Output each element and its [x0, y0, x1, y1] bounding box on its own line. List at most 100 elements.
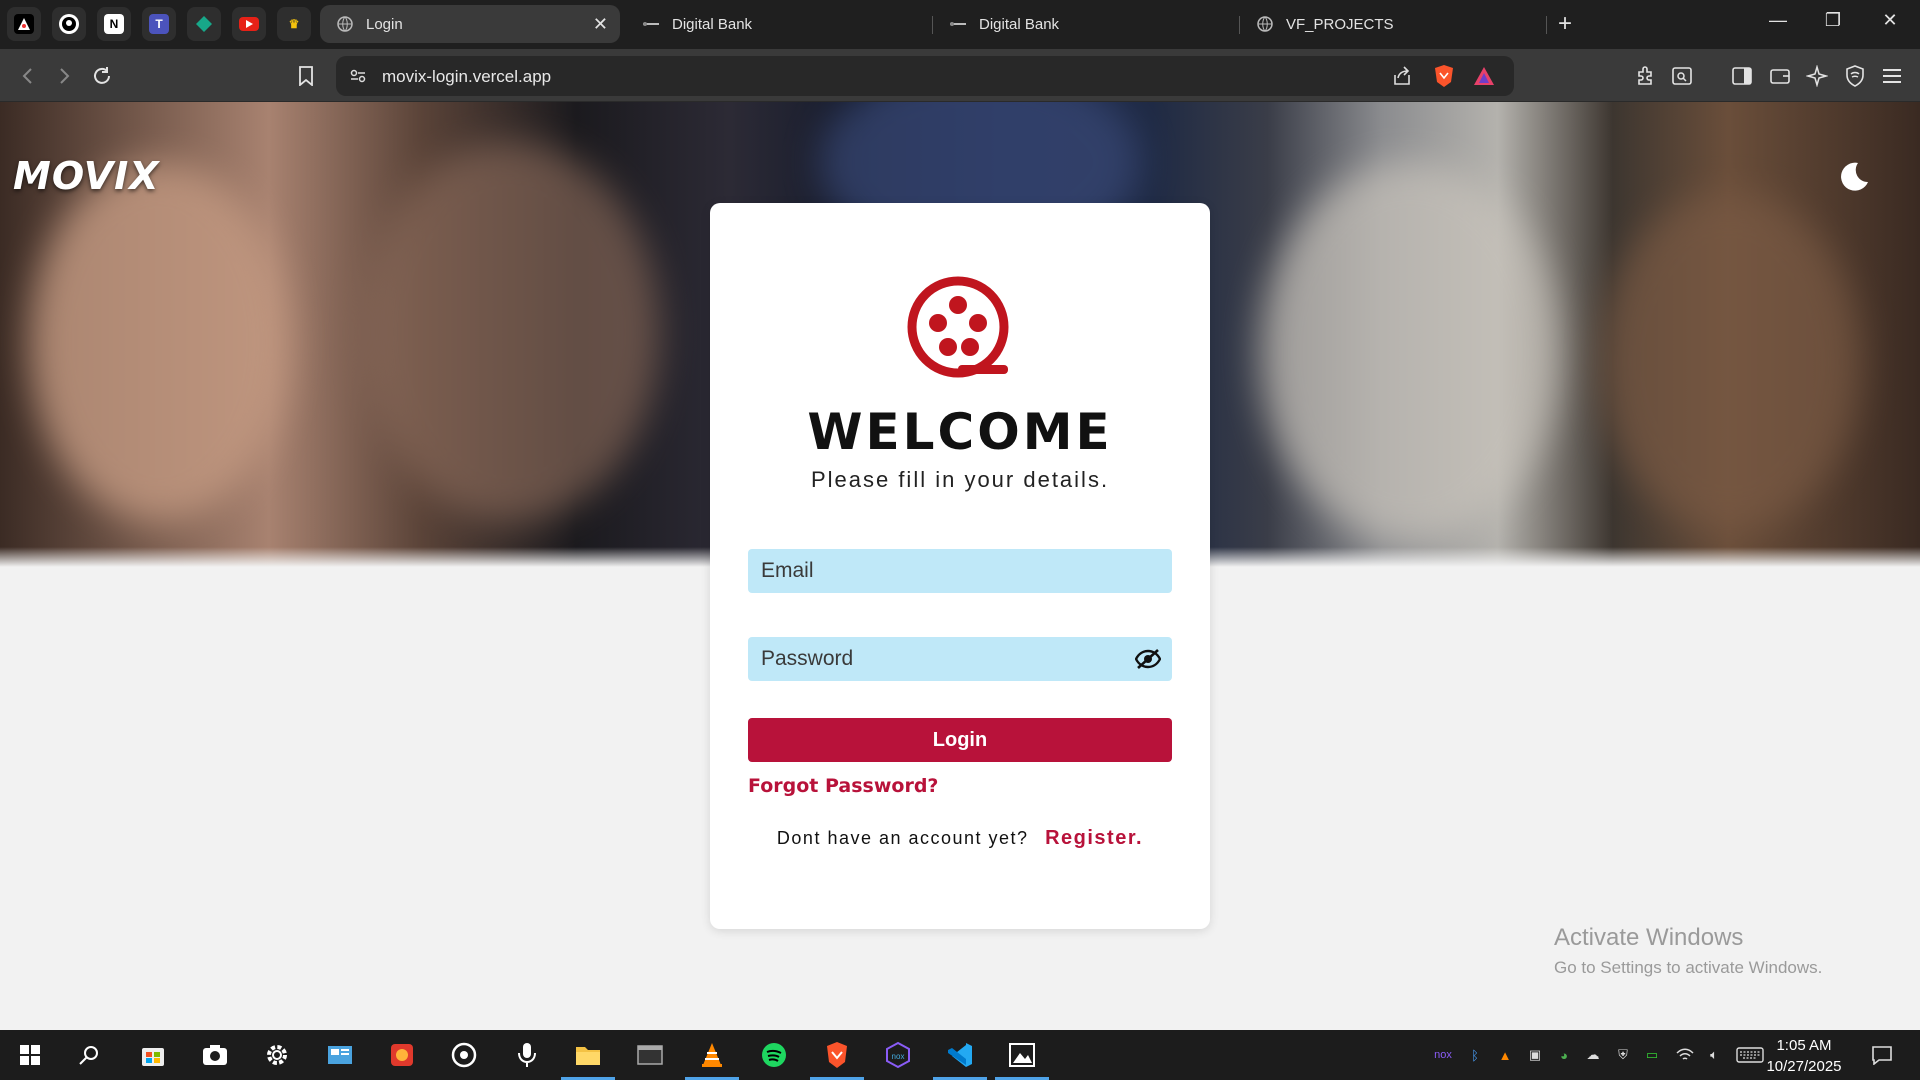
site-settings-icon[interactable] [344, 62, 372, 90]
activate-windows-watermark: Activate Windows Go to Settings to activ… [1554, 924, 1822, 978]
microphone-icon[interactable] [510, 1038, 544, 1072]
hero-face [1260, 162, 1560, 542]
wallet-icon[interactable] [1766, 62, 1794, 90]
globe-icon [1256, 15, 1274, 33]
sidebar-icon[interactable] [1728, 62, 1756, 90]
page-viewport: MOVIX WELCOME Please fill in your detail… [0, 102, 1920, 1030]
svg-text:nox: nox [892, 1052, 905, 1061]
notifications-icon[interactable] [1870, 1046, 1894, 1065]
browser-tab-strip: N T ♛ Login ✕ Digital Bank Digital Bank [0, 0, 1920, 49]
globe-icon [336, 15, 354, 33]
security-shield-icon[interactable]: ⛨ [1614, 1046, 1632, 1064]
volume-icon[interactable]: 🔈︎ [1705, 1046, 1723, 1064]
pinned-tab-youtube[interactable] [232, 7, 266, 41]
spotify-icon[interactable] [757, 1038, 791, 1072]
minimize-button[interactable]: — [1758, 10, 1798, 31]
app-icon [14, 14, 34, 34]
settings-gear-icon[interactable] [260, 1038, 294, 1072]
file-explorer-icon[interactable] [561, 1038, 615, 1080]
restore-button[interactable]: ❐ [1813, 10, 1853, 31]
brave-shields-icon[interactable] [1430, 62, 1458, 90]
welcome-title: WELCOME [807, 403, 1113, 461]
app-tray-icon[interactable]: ◕ [1555, 1046, 1573, 1064]
tab-label: VF_PROJECTS [1286, 15, 1394, 33]
hero-face [360, 142, 660, 522]
brave-rewards-icon[interactable] [1470, 62, 1498, 90]
close-window-button[interactable]: ✕ [1870, 10, 1910, 31]
pinned-tab-teams[interactable]: T [142, 7, 176, 41]
control-panel-icon[interactable] [323, 1038, 357, 1072]
new-tab-button[interactable]: + [1558, 10, 1572, 38]
media-player-icon[interactable] [447, 1038, 481, 1072]
pinned-tab-github[interactable] [52, 7, 86, 41]
back-button[interactable] [14, 62, 42, 90]
vlc-tray-icon[interactable]: ▲ [1496, 1046, 1514, 1064]
diamond-icon [194, 14, 214, 34]
moon-icon[interactable] [1836, 160, 1870, 194]
pinned-tab-crown[interactable]: ♛ [277, 7, 311, 41]
address-bar[interactable]: movix-login.vercel.app [336, 56, 1514, 96]
youtube-icon [239, 17, 259, 31]
pinned-tab-notion[interactable]: N [97, 7, 131, 41]
login-card: WELCOME Please fill in your details. Log… [710, 203, 1210, 929]
clock-time: 1:05 AM [1776, 1037, 1832, 1054]
bluetooth-icon[interactable]: ᛒ [1466, 1046, 1484, 1064]
terminal-icon[interactable] [633, 1038, 667, 1072]
no-account-text: Dont have an account yet? [776, 828, 1029, 848]
battery-icon[interactable]: ▭ [1643, 1046, 1661, 1064]
url-text: movix-login.vercel.app [382, 67, 552, 86]
tab-digital-bank-2[interactable]: Digital Bank [933, 5, 1233, 43]
search-icon[interactable] [72, 1038, 106, 1072]
welcome-subtitle: Please fill in your details. [810, 467, 1110, 492]
vscode-icon[interactable] [933, 1038, 987, 1080]
start-button[interactable] [13, 1038, 47, 1072]
password-field[interactable] [748, 637, 1172, 681]
email-field[interactable] [748, 549, 1172, 593]
teams-icon: T [149, 14, 169, 34]
photos-icon[interactable] [995, 1038, 1049, 1080]
reader-mode-icon[interactable] [1668, 62, 1696, 90]
snipping-tool-icon[interactable] [385, 1038, 419, 1072]
extensions-icon[interactable] [1632, 62, 1660, 90]
crown-icon: ♛ [288, 17, 300, 31]
vpn-icon[interactable] [1841, 62, 1869, 90]
menu-icon[interactable] [1878, 62, 1906, 90]
hero-face [30, 162, 290, 522]
system-clock[interactable]: 1:05 AM 10/27/2025 [1758, 1035, 1850, 1077]
hero-face [1600, 192, 1860, 532]
forgot-password-link[interactable]: Forgot Password? [748, 775, 938, 797]
browser-toolbar: movix-login.vercel.app 1 [0, 49, 1920, 122]
eye-slash-icon[interactable] [1134, 647, 1162, 671]
clock-date: 10/27/2025 [1766, 1058, 1842, 1075]
windows-taskbar: nox nox ᛒ ▲ ▣ ◕ ☁ ⛨ ▭ 🔈︎ 1:05 AM 10/27/2… [0, 1030, 1920, 1080]
register-row: Dont have an account yet? Register. [710, 827, 1210, 850]
microsoft-store-icon[interactable] [136, 1038, 170, 1072]
notion-icon: N [104, 14, 124, 34]
close-tab-icon[interactable]: ✕ [593, 14, 608, 35]
pinned-tab-diamond[interactable] [187, 7, 221, 41]
snip-tray-icon[interactable]: ▣ [1526, 1046, 1544, 1064]
leo-ai-icon[interactable] [1803, 62, 1831, 90]
digital-bank-icon [949, 15, 967, 33]
login-button[interactable]: Login [748, 718, 1172, 762]
brave-browser-icon[interactable] [810, 1038, 864, 1080]
tab-vf-projects[interactable]: VF_PROJECTS [1240, 5, 1540, 43]
tab-login[interactable]: Login ✕ [320, 5, 620, 43]
watermark-subtitle: Go to Settings to activate Windows. [1554, 958, 1823, 977]
pinned-tab-app[interactable] [7, 7, 41, 41]
watermark-title: Activate Windows [1554, 924, 1744, 951]
bookmark-icon[interactable] [292, 62, 320, 90]
site-logo[interactable]: MOVIX [13, 154, 160, 198]
vlc-icon[interactable] [685, 1038, 739, 1080]
nox-tray-icon[interactable]: nox [1434, 1046, 1452, 1064]
forward-button[interactable] [50, 62, 78, 90]
reload-button[interactable] [88, 62, 116, 90]
tab-digital-bank-1[interactable]: Digital Bank [626, 5, 926, 43]
camera-icon[interactable] [198, 1038, 232, 1072]
share-icon[interactable] [1388, 62, 1416, 90]
wifi-icon[interactable] [1676, 1046, 1694, 1064]
nox-player-icon[interactable]: nox [881, 1038, 915, 1072]
register-link[interactable]: Register. [1045, 827, 1143, 849]
onedrive-icon[interactable]: ☁ [1584, 1046, 1602, 1064]
tab-label: Digital Bank [979, 15, 1060, 33]
